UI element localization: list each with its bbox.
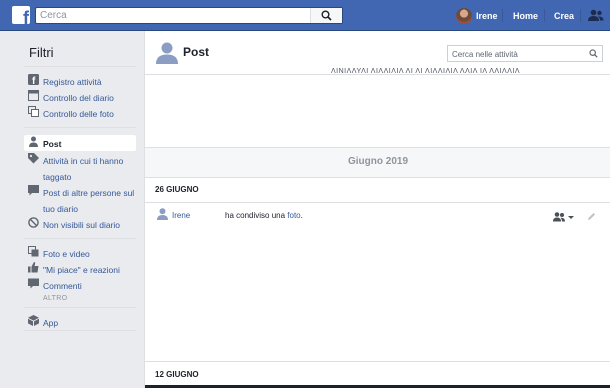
- photos-icon: [28, 246, 39, 257]
- date-heading: 26 GIUGNO: [155, 185, 199, 194]
- divider: [24, 307, 136, 308]
- filter-item-registro-attivita[interactable]: f Registro attività: [28, 73, 138, 89]
- filter-item-foto-video[interactable]: Foto e video: [28, 245, 138, 261]
- app-icon: [28, 315, 39, 326]
- more-link[interactable]: ALTRO: [43, 295, 67, 302]
- filter-label: App: [43, 318, 59, 328]
- user-name: Irene: [476, 11, 498, 21]
- photo-review-icon: [28, 106, 39, 117]
- person-icon: [156, 42, 178, 64]
- filter-label: Registro attività: [43, 77, 102, 87]
- avatar: [456, 8, 472, 24]
- like-icon: [28, 262, 39, 273]
- registry-icon: f: [28, 74, 39, 85]
- filter-label: Controllo delle foto: [43, 109, 114, 119]
- filter-label: Non visibili sul diario: [43, 220, 121, 230]
- search-icon[interactable]: [589, 49, 598, 58]
- filter-item-post-altre-persone[interactable]: Post di altre persone sul tuo diario: [28, 184, 138, 216]
- filter-label: Commenti: [43, 281, 82, 291]
- edit-pencil-icon[interactable]: [587, 212, 596, 221]
- divider: [24, 238, 136, 239]
- create-link[interactable]: Crea: [554, 11, 574, 21]
- global-search: [35, 7, 343, 24]
- filter-label: Post di altre persone sul tuo diario: [43, 188, 135, 214]
- activity-object-link[interactable]: foto: [287, 211, 300, 220]
- divider: [145, 177, 610, 178]
- filter-label: "Mi piace" e reazioni: [43, 265, 120, 275]
- friend-requests-icon[interactable]: [588, 9, 604, 22]
- filter-item-post[interactable]: Post: [24, 135, 136, 151]
- person-icon: [29, 136, 38, 147]
- top-navigation-bar: f Irene Home Crea: [0, 0, 610, 31]
- filter-label: Post: [43, 139, 62, 149]
- post-icon: [28, 185, 39, 196]
- filters-title: Filtri: [29, 45, 54, 60]
- activity-search-input[interactable]: [452, 48, 582, 60]
- nav-divider: [502, 9, 503, 22]
- activity-action: ha condiviso una: [225, 211, 286, 220]
- cut-off-text: ΛΙΝΙΛΛΥΛΙ ΛΙΛΛΙΛΙΛ ΛΙ ΛΙ ΛΙΛΛΙΛΙΛ ΛΛΙΛ Ι…: [331, 68, 521, 75]
- tag-icon: [28, 153, 39, 164]
- filter-item-mi-piace[interactable]: "Mi piace" e reazioni: [28, 261, 138, 277]
- filter-item-taggato[interactable]: Attività in cui ti hanno taggato: [28, 152, 138, 184]
- hidden-icon: [28, 217, 39, 228]
- person-icon: [157, 208, 168, 220]
- filter-item-commenti[interactable]: Commenti: [28, 277, 138, 293]
- filter-item-controllo-diario[interactable]: Controllo del diario: [28, 89, 138, 105]
- month-heading: Giugno 2019: [347, 156, 408, 167]
- page-title: Post: [183, 45, 210, 59]
- activity-user-link[interactable]: Irene: [172, 211, 190, 220]
- filter-item-non-visibili[interactable]: Non visibili sul diario: [28, 216, 138, 232]
- activity-end: .: [300, 211, 303, 220]
- divider: [145, 202, 610, 203]
- divider: [145, 361, 610, 362]
- audience-selector-icon[interactable]: [553, 212, 575, 222]
- search-input[interactable]: [40, 9, 310, 22]
- search-icon: [321, 10, 332, 21]
- activity-description: ha condiviso una foto.: [225, 211, 303, 220]
- filter-label: Controllo del diario: [43, 93, 114, 103]
- nav-divider: [544, 9, 545, 22]
- comment-icon: [28, 278, 39, 289]
- filter-label: Attività in cui ti hanno taggato: [43, 156, 124, 182]
- divider: [24, 127, 136, 128]
- date-heading: 12 GIUGNO: [155, 370, 199, 379]
- divider: [24, 330, 136, 331]
- facebook-logo-icon[interactable]: f: [12, 6, 30, 24]
- activity-log-panel: Post ΛΙΝΙΛΛΥΛΙ ΛΙΛΛΙΛΙΛ ΛΙ ΛΙ ΛΙΛΛΙΛΙΛ Λ…: [144, 31, 610, 388]
- filter-label: Foto e video: [43, 249, 90, 259]
- nav-divider: [580, 9, 581, 22]
- activity-search: [447, 45, 603, 62]
- filter-item-controllo-foto[interactable]: Controllo delle foto: [28, 105, 138, 121]
- timeline-review-icon: [28, 90, 39, 101]
- divider: [24, 66, 136, 67]
- search-button[interactable]: [310, 8, 342, 23]
- home-link[interactable]: Home: [513, 11, 538, 21]
- filter-item-app[interactable]: App: [28, 314, 138, 330]
